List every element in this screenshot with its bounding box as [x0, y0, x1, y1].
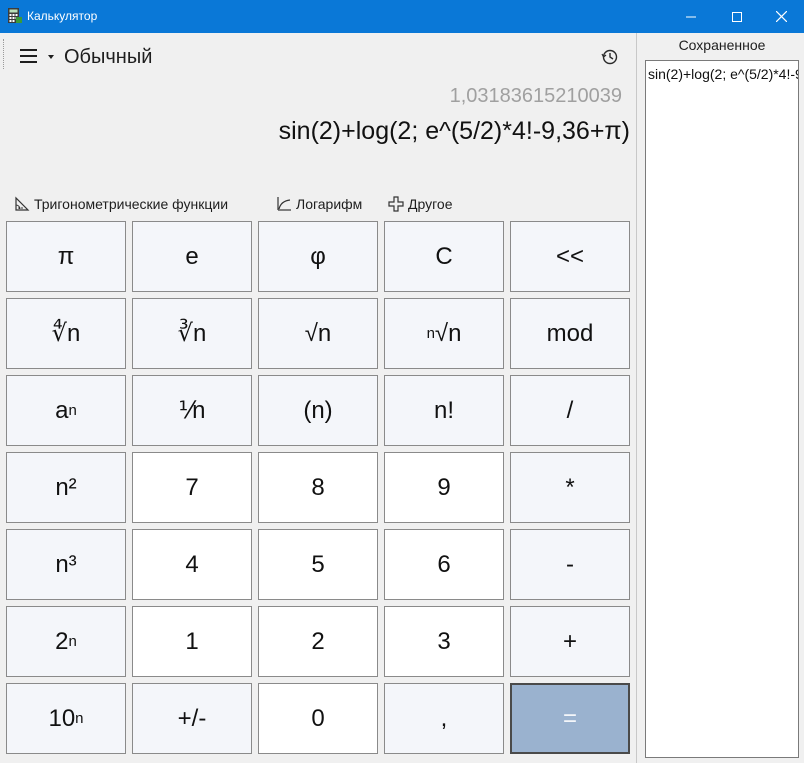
nth-root-key[interactable]: n √n — [384, 298, 504, 369]
phi-key[interactable]: φ — [258, 221, 378, 292]
divide-key[interactable]: / — [510, 375, 630, 446]
digit-0-key[interactable]: 0 — [258, 683, 378, 754]
minimize-icon — [686, 16, 696, 17]
mode-selector[interactable]: Обычный — [64, 46, 152, 69]
power-of-two-base: 2 — [55, 627, 69, 655]
digit-8-key[interactable]: 8 — [258, 452, 378, 523]
power-base: a — [55, 396, 69, 424]
plus-key[interactable]: + — [510, 606, 630, 677]
reciprocal-key[interactable]: ⅟n — [132, 375, 252, 446]
digit-2-key[interactable]: 2 — [258, 606, 378, 677]
power-of-ten-key[interactable]: 10 n — [6, 683, 126, 754]
equals-key[interactable]: = — [510, 683, 630, 754]
menu-icon[interactable] — [20, 49, 37, 63]
mod-key[interactable]: mod — [510, 298, 630, 369]
square-key[interactable]: n² — [6, 452, 126, 523]
history-button[interactable] — [598, 45, 622, 69]
square-root-key[interactable]: √n — [258, 298, 378, 369]
digit-9-key[interactable]: 9 — [384, 452, 504, 523]
multiply-key[interactable]: * — [510, 452, 630, 523]
maximize-button[interactable] — [714, 0, 760, 33]
plus-icon — [388, 196, 404, 212]
factorial-key[interactable]: n! — [384, 375, 504, 446]
digit-3-key[interactable]: 3 — [384, 606, 504, 677]
logarithm-label: Логарифм — [296, 196, 363, 212]
triangle-ruler-icon — [15, 196, 30, 211]
trig-functions-button[interactable]: Тригонометрические функции — [14, 192, 228, 216]
power-of-ten-base: 10 — [48, 704, 76, 732]
other-button[interactable]: Другое — [388, 192, 452, 216]
digit-4-key[interactable]: 4 — [132, 529, 252, 600]
keypad: π e φ C << ∜n ∛n √n n √n mod an ⅟n (n) n!… — [6, 221, 631, 761]
saved-item[interactable]: sin(2)+log(2; e^(5/2)*4!-9,36+π) — [648, 66, 798, 82]
backspace-key[interactable]: << — [510, 221, 630, 292]
digit-6-key[interactable]: 6 — [384, 529, 504, 600]
saved-list[interactable]: sin(2)+log(2; e^(5/2)*4!-9,36+π) — [645, 60, 799, 758]
calculator-header: Обычный — [0, 33, 636, 79]
decimal-comma-key[interactable]: , — [384, 683, 504, 754]
minimize-button[interactable] — [668, 0, 714, 33]
calculator-app-icon — [8, 8, 22, 23]
digit-1-key[interactable]: 1 — [132, 606, 252, 677]
power-of-two-key[interactable]: 2n — [6, 606, 126, 677]
minus-key[interactable]: - — [510, 529, 630, 600]
saved-title: Сохраненное — [678, 37, 766, 53]
digit-7-key[interactable]: 7 — [132, 452, 252, 523]
cube-root-key[interactable]: ∛n — [132, 298, 252, 369]
function-toolbar: Тригонометрические функции Логарифм Друг… — [0, 192, 636, 216]
nth-root-base: √n — [434, 319, 462, 347]
history-icon — [601, 49, 618, 65]
calculator-panel: Обычный 1,03183615210039 sin(2)+log(2; e… — [0, 33, 636, 763]
other-label: Другое — [408, 196, 453, 212]
saved-panel: Сохраненное sin(2)+log(2; e^(5/2)*4!-9,3… — [640, 33, 804, 763]
pi-key[interactable]: π — [6, 221, 126, 292]
negate-key[interactable]: +/- — [132, 683, 252, 754]
clear-key[interactable]: C — [384, 221, 504, 292]
parentheses-key[interactable]: (n) — [258, 375, 378, 446]
title-bar: Калькулятор — [0, 0, 804, 33]
power-of-two-exponent: n — [68, 633, 77, 650]
toolbar-grip[interactable] — [3, 39, 6, 69]
result-preview: 1,03183615210039 — [449, 85, 622, 107]
power-exponent: n — [68, 402, 77, 419]
window-title: Калькулятор — [27, 9, 98, 23]
cube-key[interactable]: n³ — [6, 529, 126, 600]
fourth-root-key[interactable]: ∜n — [6, 298, 126, 369]
nth-root-index: n — [426, 325, 435, 342]
mode-dropdown-icon[interactable] — [48, 55, 54, 59]
trig-functions-label: Тригонометрические функции — [34, 196, 229, 212]
expression-display: sin(2)+log(2; e^(5/2)*4!-9,36+π) — [278, 117, 630, 145]
close-icon — [775, 11, 787, 22]
logarithm-button[interactable]: Логарифм — [276, 192, 362, 216]
panel-divider[interactable] — [636, 33, 637, 763]
power-key[interactable]: an — [6, 375, 126, 446]
digit-5-key[interactable]: 5 — [258, 529, 378, 600]
e-key[interactable]: e — [132, 221, 252, 292]
power-of-ten-exponent: n — [75, 710, 84, 727]
maximize-icon — [732, 11, 742, 22]
log-curve-icon — [277, 197, 291, 211]
close-button[interactable] — [758, 0, 804, 33]
